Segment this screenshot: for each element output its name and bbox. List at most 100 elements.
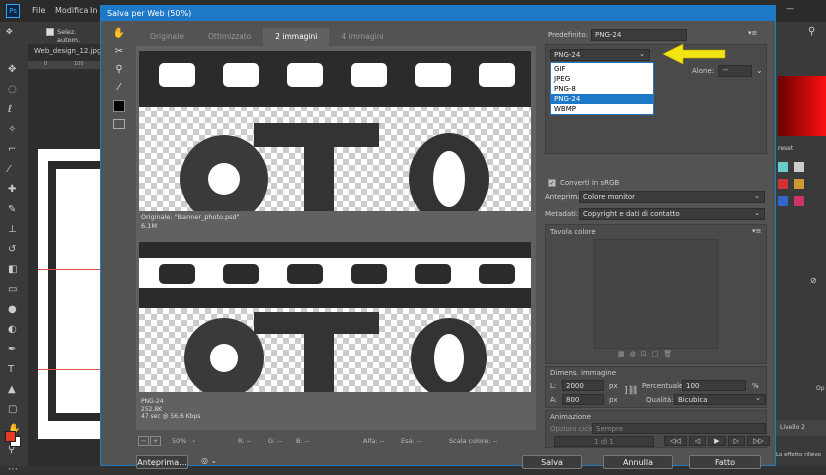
format-select[interactable]: PNG-24 ⌄ xyxy=(550,49,650,61)
dialog-title: Salva per Web (50%) xyxy=(101,6,775,21)
hand-tool-icon[interactable]: ✋ xyxy=(113,28,125,39)
eyedropper-icon[interactable]: ⁄ xyxy=(118,82,120,93)
percent-unit: % xyxy=(752,382,759,390)
slice-select-icon[interactable]: ✂ xyxy=(115,46,123,57)
heal-tool-icon[interactable]: ✚ xyxy=(8,184,20,195)
ps-right-panels: ⚲ reset ⊘ Op Livello 2 Lo effetto riliev… xyxy=(774,22,826,466)
quality-select[interactable]: Bicubica ⌄ xyxy=(674,394,766,405)
optimized-preview-image[interactable] xyxy=(139,242,531,392)
delete-color-icon[interactable]: 🗑 xyxy=(663,350,677,358)
shape-tool-icon[interactable]: ▢ xyxy=(8,404,20,415)
color-table-menu-icon[interactable]: ▾≡ xyxy=(752,227,761,235)
color-table-title: Tavola colore xyxy=(550,228,596,236)
color-picker[interactable] xyxy=(778,76,826,136)
color-table-grid xyxy=(594,239,718,349)
brush-tool-icon[interactable]: ✎ xyxy=(8,204,20,215)
document-tab[interactable]: Web_design_12.jpg xyxy=(34,47,101,55)
save-button[interactable]: Salva xyxy=(522,455,582,469)
style-swatch[interactable] xyxy=(778,162,788,172)
menu-im[interactable]: In xyxy=(90,6,97,15)
style-swatch[interactable] xyxy=(778,196,788,206)
quality-label: Qualità: xyxy=(646,396,674,404)
type-tool-icon[interactable]: T xyxy=(8,364,20,375)
map-color-icon[interactable]: ▦ xyxy=(618,350,630,358)
lock-color-icon[interactable]: ⊡ xyxy=(641,350,652,358)
style-swatch[interactable] xyxy=(794,162,804,172)
foreground-color-swatch[interactable] xyxy=(5,431,16,442)
ps-document-area: Web_design_12.jpg 0 100 xyxy=(28,44,101,466)
metadata-select[interactable]: Copyright e dati di contatto ⌄ xyxy=(579,208,765,220)
height-input[interactable]: 800 xyxy=(562,394,604,405)
width-unit: px xyxy=(609,382,618,390)
toggle-slices-icon[interactable] xyxy=(113,119,125,129)
format-option-wbmp[interactable]: WBMP xyxy=(551,104,653,114)
animation-controls: ◁◁ ◁ ▶ ▷ ▷▷ xyxy=(664,436,770,446)
tab-originale[interactable]: Originale xyxy=(138,28,196,46)
tab-4-immagini[interactable]: 4 immagini xyxy=(329,28,395,46)
wand-tool-icon[interactable]: ✧ xyxy=(8,124,20,135)
menu-modifica[interactable]: Modifica xyxy=(55,6,88,15)
menu-file[interactable]: File xyxy=(32,6,45,15)
zoom-in-button[interactable]: + xyxy=(150,436,162,446)
panel-tab-reset[interactable]: reset xyxy=(778,145,793,152)
zoom-dropdown-icon[interactable]: ⌄ xyxy=(191,436,196,444)
width-label: L: xyxy=(550,382,557,390)
minimize-icon[interactable]: — xyxy=(786,4,794,13)
search-icon[interactable]: ⚲ xyxy=(808,26,815,37)
pen-tool-icon[interactable]: ✒ xyxy=(8,344,20,355)
lasso-tool-icon[interactable]: ℓ xyxy=(8,104,20,115)
preset-menu-icon[interactable]: ▾≡ xyxy=(748,29,757,37)
preview-button[interactable]: Anteprima... xyxy=(136,455,188,469)
crop-tool-icon[interactable]: ⌐ xyxy=(8,144,20,155)
eyedropper-tool-icon[interactable]: ⁄ xyxy=(8,164,20,175)
marquee-tool-icon[interactable]: ◌ xyxy=(8,84,20,95)
eyedropper-color-swatch[interactable] xyxy=(113,100,125,112)
layer-row[interactable]: Livello 2 xyxy=(776,420,826,436)
tab-ottimizzato[interactable]: Ottimizzato xyxy=(196,28,263,46)
matte-chevron-icon[interactable]: ⌄ xyxy=(756,66,763,75)
format-option-jpeg[interactable]: JPEG xyxy=(551,74,653,84)
format-option-png8[interactable]: PNG-8 xyxy=(551,84,653,94)
ps-logo-icon: Ps xyxy=(6,4,20,18)
tab-2-immagini[interactable]: 2 immagini xyxy=(263,28,330,46)
select-tool-icon[interactable]: ▲ xyxy=(8,384,20,395)
new-color-icon[interactable]: ▢ xyxy=(652,350,664,358)
gradient-tool-icon[interactable]: ▭ xyxy=(8,284,20,295)
style-swatch[interactable] xyxy=(778,179,788,189)
loop-select[interactable]: Sempre xyxy=(592,423,766,434)
zoom-out-button[interactable]: − xyxy=(138,436,150,446)
zoom-level[interactable]: 50% xyxy=(172,437,186,445)
percent-input[interactable]: 100 xyxy=(682,380,746,391)
history-brush-icon[interactable]: ↺ xyxy=(8,244,20,255)
last-frame-icon[interactable]: ▷▷ xyxy=(746,436,770,446)
format-option-png24[interactable]: PNG-24 xyxy=(551,94,653,104)
eraser-tool-icon[interactable]: ◧ xyxy=(8,264,20,275)
done-button[interactable]: Fatto xyxy=(689,455,761,469)
width-input[interactable]: 2000 xyxy=(562,380,604,391)
auto-select-checkbox[interactable] xyxy=(46,28,54,36)
cancel-button[interactable]: Annulla xyxy=(603,455,673,469)
link-icon[interactable]: ]⛓ xyxy=(624,386,639,396)
web-shift-icon[interactable]: ◍ xyxy=(630,350,641,358)
zoom-tool-icon[interactable]: ⚲ xyxy=(115,64,122,75)
dodge-tool-icon[interactable]: ◐ xyxy=(8,324,20,335)
convert-srgb-checkbox[interactable]: ✓ xyxy=(548,179,556,187)
style-swatch[interactable] xyxy=(794,196,804,206)
preview-option-select[interactable]: Colore monitor ⌄ xyxy=(579,191,765,203)
no-icon[interactable]: ⊘ xyxy=(810,276,817,285)
next-frame-icon[interactable]: ▷ xyxy=(727,436,745,446)
style-swatch[interactable] xyxy=(794,179,804,189)
blur-tool-icon[interactable]: ● xyxy=(8,304,20,315)
play-icon[interactable]: ▶ xyxy=(708,436,726,446)
browser-preview-icon[interactable]: ◎ ⌄ xyxy=(201,456,217,465)
preset-select[interactable]: PNG-24 xyxy=(591,29,687,41)
original-preview-image[interactable] xyxy=(139,51,531,211)
format-option-gif[interactable]: GIF xyxy=(551,64,653,74)
readout-hex: Esa: -- xyxy=(401,437,422,445)
matte-select[interactable]: -- xyxy=(718,65,752,77)
original-info: Originale: "Banner_photo.psd" 6,1M xyxy=(141,213,240,231)
stamp-tool-icon[interactable]: ⊥ xyxy=(8,224,20,235)
first-frame-icon[interactable]: ◁◁ xyxy=(664,436,687,446)
prev-frame-icon[interactable]: ◁ xyxy=(688,436,707,446)
move-tool-icon[interactable]: ✥ xyxy=(8,64,20,75)
